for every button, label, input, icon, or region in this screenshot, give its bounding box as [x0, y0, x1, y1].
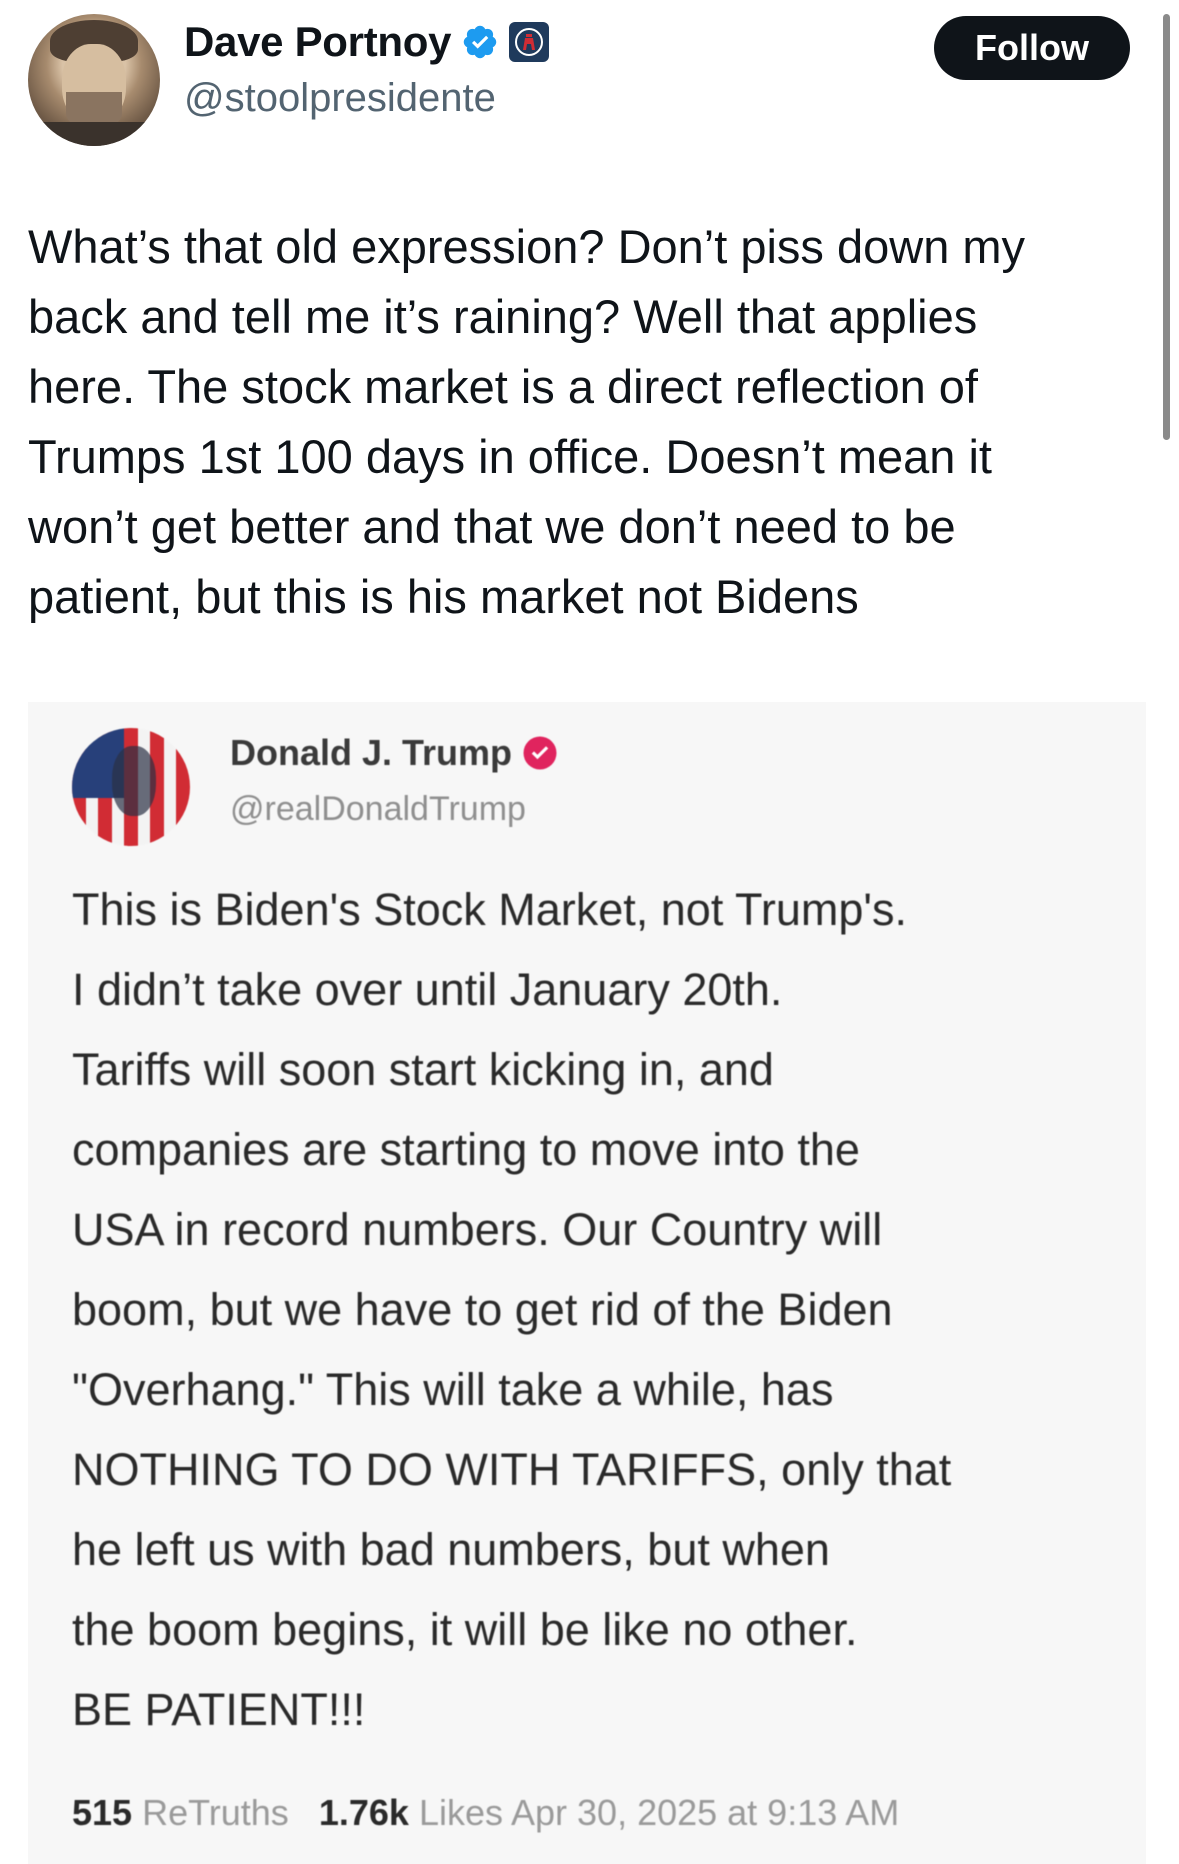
barstool-icon[interactable]	[509, 22, 550, 62]
retruths-label: ReTruths	[142, 1792, 289, 1833]
tweet-header: Dave Portnoy @stoolpresidente Follow	[0, 0, 1179, 150]
author-name-row: Dave Portnoy	[184, 18, 550, 66]
embedded-post-image[interactable]: Donald J. Trump @realDonaldTrump This is…	[28, 702, 1146, 1864]
verified-badge-icon	[463, 25, 497, 59]
author-name[interactable]: Dave Portnoy	[184, 18, 451, 66]
embedded-author-name: Donald J. Trump	[230, 732, 513, 773]
follow-button[interactable]: Follow	[934, 16, 1130, 80]
post-timestamp: Apr 30, 2025 at 9:13 AM	[511, 1792, 900, 1833]
likes-count: 1.76k	[318, 1792, 409, 1833]
embedded-post-text: This is Biden's Stock Market, not Trump'…	[72, 884, 952, 1735]
avatar[interactable]	[28, 14, 160, 146]
likes-label: Likes	[418, 1792, 503, 1833]
verified-badge-icon	[523, 736, 557, 770]
embedded-post-stats: 515 ReTruths 1.76k Likes Apr 30, 2025 at…	[72, 1792, 899, 1834]
embedded-avatar	[72, 728, 190, 846]
embedded-author-handle: @realDonaldTrump	[230, 790, 526, 828]
scrollbar[interactable]	[1163, 14, 1170, 440]
tweet-text: What’s that old expression? Don’t piss d…	[28, 220, 1026, 623]
retruths-count: 515	[72, 1792, 133, 1833]
embedded-name-row: Donald J. Trump	[230, 732, 558, 774]
author-handle[interactable]: @stoolpresidente	[184, 76, 496, 121]
